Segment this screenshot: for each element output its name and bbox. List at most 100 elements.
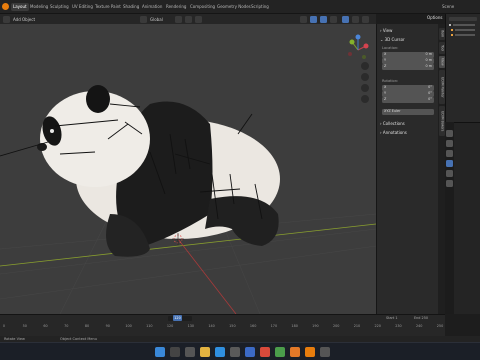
object-icon — [451, 34, 453, 36]
panel-annotations-header[interactable]: › Annotations — [380, 130, 407, 135]
timeline-tick: 230 — [395, 324, 402, 328]
orientation-dropdown[interactable]: Global — [150, 16, 163, 23]
3d-viewport[interactable] — [0, 24, 376, 314]
shading-rendered-icon[interactable] — [362, 15, 369, 23]
cursor-loc-x[interactable]: X 0 m — [382, 52, 434, 58]
search-icon[interactable] — [170, 347, 180, 357]
axis-value: 0° — [428, 91, 432, 95]
outliner-search[interactable] — [449, 17, 477, 21]
os-taskbar — [0, 342, 480, 360]
tab-scripting[interactable]: Scripting — [249, 3, 271, 11]
tab-sculpting[interactable]: Sculpting — [48, 3, 71, 11]
start-frame[interactable]: Start 1 — [386, 316, 398, 320]
location-label: Location: — [382, 46, 399, 50]
axis-value: 0 m — [425, 52, 432, 56]
app-icon[interactable] — [275, 347, 285, 357]
tab-uv-editing[interactable]: UV Editing — [70, 3, 95, 11]
app-icon[interactable] — [245, 347, 255, 357]
blender-taskbar-icon[interactable] — [305, 347, 315, 357]
app-icon[interactable] — [320, 347, 330, 357]
tab-udim-painter[interactable]: UDIM Painter — [438, 70, 445, 104]
snap-icon[interactable] — [185, 15, 192, 23]
tab-layout[interactable]: Layout — [11, 3, 29, 11]
cursor-rot-x[interactable]: X 0° — [382, 85, 434, 91]
task-view-icon[interactable] — [185, 347, 195, 357]
shading-solid-icon[interactable] — [342, 15, 349, 23]
panda-model[interactable] — [0, 85, 280, 257]
proportional-edit-icon[interactable] — [195, 15, 202, 23]
tab-view[interactable]: View — [438, 56, 445, 68]
end-value: 250 — [421, 316, 429, 320]
tab-texture-paint[interactable]: Texture Paint — [93, 3, 123, 11]
tab-rendering[interactable]: Rendering — [164, 3, 188, 11]
cursor-rot-z[interactable]: Z 0° — [382, 97, 434, 103]
timeline-tick: 80 — [84, 324, 90, 328]
viewport-canvas[interactable] — [0, 24, 376, 314]
axis-label: Z — [384, 97, 387, 101]
object-data-tab-icon[interactable] — [446, 160, 453, 167]
timeline-tick: 220 — [374, 324, 381, 328]
outliner-row[interactable] — [453, 24, 475, 26]
sidebar-n-panel: Options › View ⌄ 3D Cursor Location: X 0 … — [376, 15, 442, 314]
file-explorer-icon[interactable] — [200, 347, 210, 357]
add-menu[interactable]: Add — [13, 16, 21, 23]
end-label: End — [414, 316, 421, 320]
render-tab-icon[interactable] — [446, 140, 453, 147]
status-mid: Object Context Menu — [60, 337, 97, 341]
outliner[interactable] — [445, 14, 480, 122]
tab-modeling[interactable]: Modeling — [28, 3, 50, 11]
overlay-toggle-icon[interactable] — [320, 15, 327, 23]
app-icon[interactable] — [260, 347, 270, 357]
outliner-row[interactable] — [455, 29, 475, 31]
app-icon[interactable] — [290, 347, 300, 357]
orientation-icon[interactable] — [140, 15, 147, 23]
gizmo-toggle-icon[interactable] — [310, 15, 317, 23]
rotation-mode-dropdown[interactable]: XYZ Euler — [382, 109, 434, 115]
object-menu[interactable]: Object — [22, 16, 35, 23]
editor-type-button[interactable] — [3, 15, 10, 23]
tab-compositing[interactable]: Compositing — [188, 3, 217, 11]
current-frame-indicator[interactable]: 120 — [173, 315, 182, 321]
axis-value: 0 m — [425, 58, 432, 62]
visibility-icon[interactable] — [300, 15, 307, 23]
axis-value: 0 m — [425, 64, 432, 68]
outliner-row[interactable] — [455, 34, 475, 36]
axis-value: 0° — [428, 85, 432, 89]
cursor-rot-y[interactable]: Y 0° — [382, 91, 434, 97]
tab-tool[interactable]: Tool — [438, 42, 445, 54]
options-menu[interactable]: Options — [427, 15, 442, 20]
tab-item[interactable]: Item — [438, 28, 445, 40]
pivot-icon[interactable] — [175, 15, 182, 23]
workspace-bar: Layout Modeling Sculpting UV Editing Tex… — [0, 0, 480, 14]
viewport-nav-buttons[interactable] — [361, 62, 369, 103]
tab-geometry-nodes[interactable]: Geometry Nodes — [215, 3, 253, 11]
panel-3d-cursor-header[interactable]: ⌄ 3D Cursor — [380, 37, 405, 42]
axis-value: 0° — [428, 97, 432, 101]
timeline-tick: 190 — [312, 324, 319, 328]
properties-tabs — [445, 122, 454, 314]
output-tab-icon[interactable] — [446, 150, 453, 157]
tool-tab-icon[interactable] — [446, 130, 453, 137]
panel-collections-header[interactable]: › Collections — [380, 121, 405, 126]
tab-shading[interactable]: Shading — [121, 3, 141, 11]
timeline-tick: 170 — [270, 324, 278, 328]
shading-material-icon[interactable] — [352, 15, 359, 23]
timeline-tick: 180 — [291, 324, 298, 328]
end-frame[interactable]: End 250 — [414, 316, 428, 320]
panel-view-header[interactable]: › View — [380, 28, 392, 33]
blender-logo[interactable] — [2, 3, 9, 10]
cursor-loc-z[interactable]: Z 0 m — [382, 64, 434, 70]
browser-icon[interactable] — [215, 347, 225, 357]
app-icon[interactable] — [230, 347, 240, 357]
world-tab-icon[interactable] — [446, 180, 453, 187]
cursor-loc-y[interactable]: Y 0 m — [382, 58, 434, 64]
windows-start-icon[interactable] — [155, 347, 165, 357]
scene-selector[interactable]: Scene — [440, 3, 456, 11]
collections-header-label: Collections — [382, 121, 405, 126]
tab-animation[interactable]: Animation — [140, 3, 164, 11]
xray-icon[interactable] — [330, 15, 337, 23]
navigation-gizmo[interactable] — [348, 34, 369, 60]
scene-tab-icon[interactable] — [446, 170, 453, 177]
tab-udim-bakers[interactable]: UDIM Bakers — [438, 106, 445, 136]
timeline[interactable]: Start 1 End 250 0 50 60 70 80 90 100 110 120 130 1… — [0, 314, 445, 336]
